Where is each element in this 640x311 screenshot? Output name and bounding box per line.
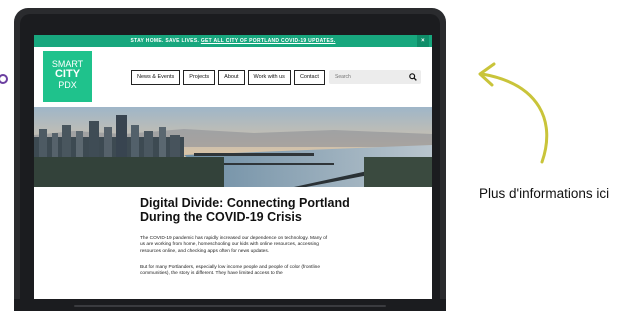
nav-contact[interactable]: Contact (293, 70, 325, 85)
article-paragraph-2: But for many Portlanders, especially low… (140, 265, 320, 277)
logo-line-city: CITY (54, 68, 81, 80)
hero-portland-skyline-image (34, 107, 432, 187)
laptop-hinge-line (74, 305, 386, 307)
laptop-bottom-bezel (14, 299, 446, 311)
nav-news-events[interactable]: News & Events (131, 70, 181, 85)
banner-updates-link[interactable]: GET ALL CITY OF PORTLAND COVID-19 UPDATE… (201, 38, 336, 44)
banner-lead-text: STAY HOME. SAVE LIVES. (130, 38, 200, 44)
nav-projects[interactable]: Projects (183, 70, 216, 85)
logo-line-pdx: PDX (58, 80, 77, 90)
banner-close-button[interactable]: × (417, 35, 429, 47)
callout-text: Plus d'informations ici (479, 186, 610, 201)
article-title: Digital Divide: Connecting Portland Duri… (140, 196, 350, 224)
nav-work-with-us[interactable]: Work with us (247, 70, 291, 85)
curved-arrow-icon (478, 62, 549, 164)
website-screen: STAY HOME. SAVE LIVES. GET ALL CITY OF P… (34, 35, 432, 299)
covid-banner: STAY HOME. SAVE LIVES. GET ALL CITY OF P… (34, 35, 432, 47)
search-icon[interactable] (409, 73, 417, 81)
decorative-circle (0, 74, 8, 84)
article-paragraph-1: The COVID-19 pandemic has rapidly increa… (140, 236, 328, 254)
search-box (329, 70, 421, 84)
smart-city-pdx-logo[interactable]: SMART CITY PDX (43, 51, 92, 102)
search-input[interactable] (335, 70, 395, 84)
main-navigation: News & Events Projects About Work with u… (131, 70, 325, 85)
nav-about[interactable]: About (218, 70, 245, 85)
